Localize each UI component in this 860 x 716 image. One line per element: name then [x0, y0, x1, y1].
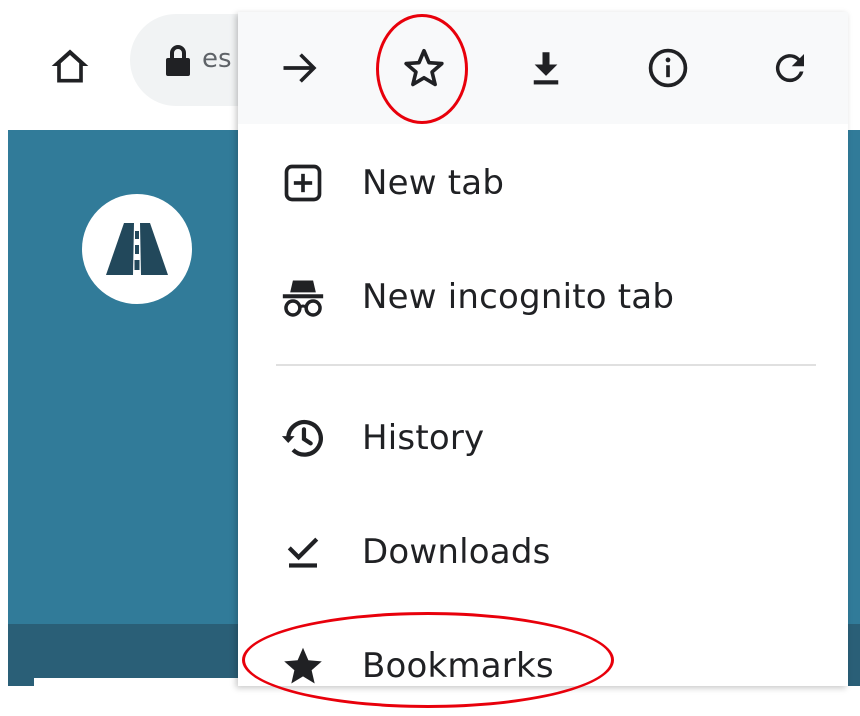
home-button[interactable] [44, 40, 96, 92]
history-icon [276, 411, 330, 465]
lock-icon [166, 45, 190, 76]
menu-item-label: Downloads [362, 532, 551, 572]
menu-item-new-tab[interactable]: New tab [238, 133, 848, 233]
forward-button[interactable] [272, 40, 328, 96]
reload-icon [775, 54, 804, 83]
menu-item-label: New incognito tab [362, 277, 675, 317]
menu-divider [276, 364, 816, 366]
new-tab-icon [276, 156, 330, 210]
download-icon [533, 52, 559, 85]
page-white-strip [34, 678, 256, 686]
url-text: es [202, 44, 232, 74]
road-logo-icon [106, 223, 168, 275]
menu-item-label: History [362, 418, 485, 458]
menu-item-history[interactable]: History [238, 388, 848, 488]
star-outline-icon [404, 48, 444, 87]
menu-item-label: Bookmarks [362, 646, 554, 686]
star-filled-icon [276, 639, 330, 693]
site-logo[interactable] [82, 194, 192, 304]
menu-item-new-incognito-tab[interactable]: New incognito tab [238, 247, 848, 347]
menu-item-downloads[interactable]: Downloads [238, 502, 848, 602]
download-page-button[interactable] [518, 40, 574, 96]
home-icon [51, 49, 89, 83]
menu-icon-row [238, 12, 848, 124]
menu-item-bookmarks[interactable]: Bookmarks [238, 616, 848, 716]
incognito-icon [276, 270, 330, 324]
forward-icon [283, 53, 317, 83]
page-info-button[interactable] [640, 40, 696, 96]
menu-item-label: New tab [362, 163, 505, 203]
info-icon [648, 48, 688, 88]
overflow-menu: New tab New incognito tab History Downlo… [238, 12, 848, 686]
bookmark-star-button[interactable] [396, 40, 452, 96]
reload-button[interactable] [762, 40, 818, 96]
downloads-check-icon [276, 525, 330, 579]
